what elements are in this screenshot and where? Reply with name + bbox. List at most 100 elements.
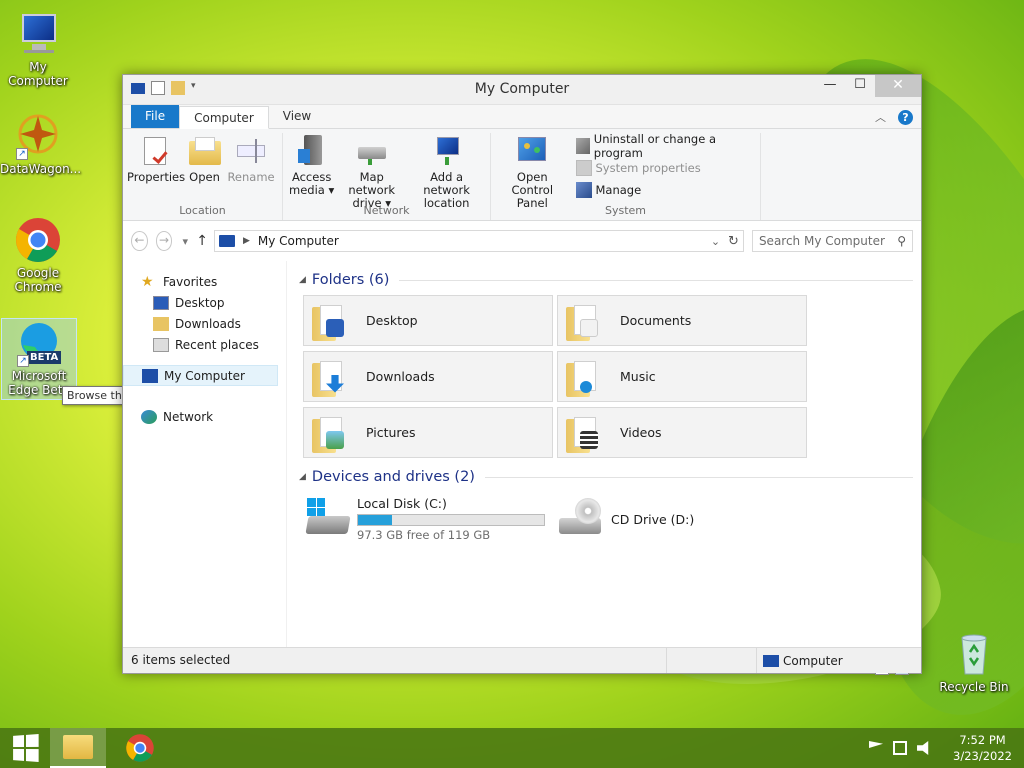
folder-videos[interactable]: Videos — [557, 407, 807, 458]
desktop-icon-label: Microsoft Edge Beta — [8, 369, 70, 397]
collapse-triangle-icon[interactable]: ◢ — [299, 472, 306, 482]
uninstall-program-button[interactable]: Uninstall or change a program — [575, 132, 751, 160]
collapse-triangle-icon[interactable]: ◢ — [299, 275, 306, 285]
up-button[interactable]: ↑ — [196, 233, 208, 249]
desktop-icon-google-chrome[interactable]: Google Chrome — [0, 216, 76, 294]
drive-name: CD Drive (D:) — [611, 511, 695, 527]
network-icon — [141, 409, 157, 424]
drive-local-disk-c[interactable]: Local Disk (C:) 97.3 GB free of 119 GB — [303, 494, 557, 544]
star-icon: ★ — [141, 273, 154, 290]
address-dropdown-icon[interactable]: ⌄ — [711, 235, 720, 248]
address-bar-row: ← → ▾ ↑ ▶ My Computer ⌄ ↻ Search My Comp… — [123, 221, 921, 261]
address-bar[interactable]: ▶ My Computer ⌄ ↻ — [213, 230, 744, 252]
close-button[interactable]: ✕ — [875, 75, 921, 97]
folder-documents[interactable]: Documents — [557, 295, 807, 346]
desktop-icon-recycle-bin[interactable]: Recycle Bin — [936, 630, 1012, 694]
desktop-icon-my-computer[interactable]: My Computer — [0, 10, 76, 88]
search-input[interactable]: Search My Computer ⚲ — [751, 230, 913, 252]
clock[interactable]: 7:52 PM 3/23/2022 — [953, 732, 1012, 764]
minimize-button[interactable]: — — [815, 75, 845, 97]
volume-muted-icon[interactable] — [917, 741, 929, 755]
shortcut-arrow-icon: ↗ — [16, 148, 28, 160]
folder-pictures[interactable]: Pictures — [303, 407, 553, 458]
status-selected: 6 items selected — [123, 648, 667, 673]
breadcrumb-separator-icon[interactable]: ▶ — [243, 236, 250, 246]
group-label: Network — [363, 204, 410, 217]
search-icon: ⚲ — [897, 234, 906, 248]
nav-network[interactable]: Network — [123, 406, 286, 427]
nav-favorites[interactable]: ★ Favorites — [123, 271, 286, 292]
collapse-ribbon-icon[interactable]: ︿ — [875, 109, 886, 125]
explorer-window[interactable]: ▾ My Computer — ☐ ✕ File Computer View ︿… — [122, 74, 922, 676]
system-properties-button[interactable]: System properties — [575, 157, 751, 179]
drive-free-space: 97.3 GB free of 119 GB — [357, 528, 491, 542]
nav-desktop[interactable]: Desktop — [123, 292, 286, 313]
desktop-icon-label: Recycle Bin — [939, 680, 1009, 694]
nav-recent-places[interactable]: Recent places — [123, 334, 286, 355]
computer-icon — [142, 368, 158, 383]
start-button[interactable] — [0, 728, 50, 768]
tab-view[interactable]: View — [269, 105, 325, 128]
desktop-icon-label: DataWagon... — [0, 162, 82, 176]
drive-cd-d[interactable]: CD Drive (D:) — [557, 494, 811, 544]
pictures-folder-icon — [310, 413, 352, 453]
section-folders[interactable]: ◢ Folders (6) — [299, 269, 921, 291]
drive-name: Local Disk (C:) — [357, 496, 447, 511]
folder-music[interactable]: Music — [557, 351, 807, 402]
network-drive-icon — [356, 135, 388, 167]
group-network: Access media ▾ Map network drive ▾ Add a… — [283, 133, 491, 220]
open-folder-icon — [188, 135, 221, 167]
recent-places-icon — [153, 337, 169, 352]
datawagon-icon: ↗ — [14, 112, 62, 160]
maximize-button[interactable]: ☐ — [845, 75, 875, 97]
folders-grid: Desktop Documents Downloads Music Pictur… — [303, 295, 921, 458]
manage-button[interactable]: Manage — [575, 179, 751, 201]
folder-desktop[interactable]: Desktop — [303, 295, 553, 346]
refresh-icon[interactable]: ↻ — [728, 234, 739, 249]
group-label: Location — [179, 204, 226, 217]
desktop-icon-datawagon[interactable]: ↗ DataWagon... — [0, 112, 81, 176]
clock-time: 7:52 PM — [959, 733, 1006, 747]
file-explorer-icon — [63, 735, 93, 759]
tab-computer[interactable]: Computer — [179, 106, 269, 129]
documents-folder-icon — [564, 301, 606, 341]
hard-drive-icon — [303, 498, 353, 540]
network-location-icon — [431, 135, 463, 167]
ribbon-tabs: File Computer View ︿ ? — [123, 105, 921, 129]
rename-icon — [235, 135, 267, 167]
desktop-folder-icon — [310, 301, 352, 341]
media-server-icon — [296, 135, 328, 167]
status-location: Computer — [783, 653, 843, 668]
action-center-flag-icon[interactable] — [869, 741, 884, 748]
folder-downloads[interactable]: Downloads — [303, 351, 553, 402]
music-folder-icon — [564, 357, 606, 397]
ribbon: Properties Open Rename Location Access m… — [123, 129, 921, 221]
breadcrumb[interactable]: My Computer — [258, 234, 339, 248]
content-pane: ◢ Folders (6) Desktop Documents Download… — [287, 261, 921, 655]
videos-folder-icon — [564, 413, 606, 453]
chrome-icon — [126, 734, 154, 762]
title-bar[interactable]: ▾ My Computer — ☐ ✕ — [123, 75, 921, 105]
recent-locations-button[interactable]: ▾ — [180, 235, 190, 248]
system-properties-icon — [575, 160, 592, 176]
beta-badge: BETA — [27, 351, 62, 364]
help-icon[interactable]: ? — [898, 109, 913, 125]
window-title: My Computer — [474, 81, 570, 97]
nav-downloads[interactable]: Downloads — [123, 313, 286, 334]
section-devices[interactable]: ◢ Devices and drives (2) — [299, 466, 921, 488]
taskbar-chrome[interactable] — [112, 728, 168, 768]
nav-my-computer[interactable]: My Computer — [123, 365, 278, 386]
edge-beta-icon: BETA ↗ — [15, 319, 63, 367]
computer-icon — [14, 10, 62, 58]
back-button[interactable]: ← — [131, 231, 148, 251]
taskbar-file-explorer[interactable] — [50, 728, 106, 768]
control-panel-icon — [516, 135, 548, 167]
network-status-icon[interactable] — [893, 741, 908, 755]
navigation-pane: ★ Favorites Desktop Downloads Recent pla… — [123, 261, 287, 655]
forward-button[interactable]: → — [155, 231, 173, 251]
cd-drive-icon — [557, 498, 607, 540]
tab-file[interactable]: File — [131, 105, 180, 128]
downloads-folder-icon — [153, 316, 169, 331]
computer-icon — [218, 235, 235, 247]
properties-icon — [140, 135, 172, 167]
